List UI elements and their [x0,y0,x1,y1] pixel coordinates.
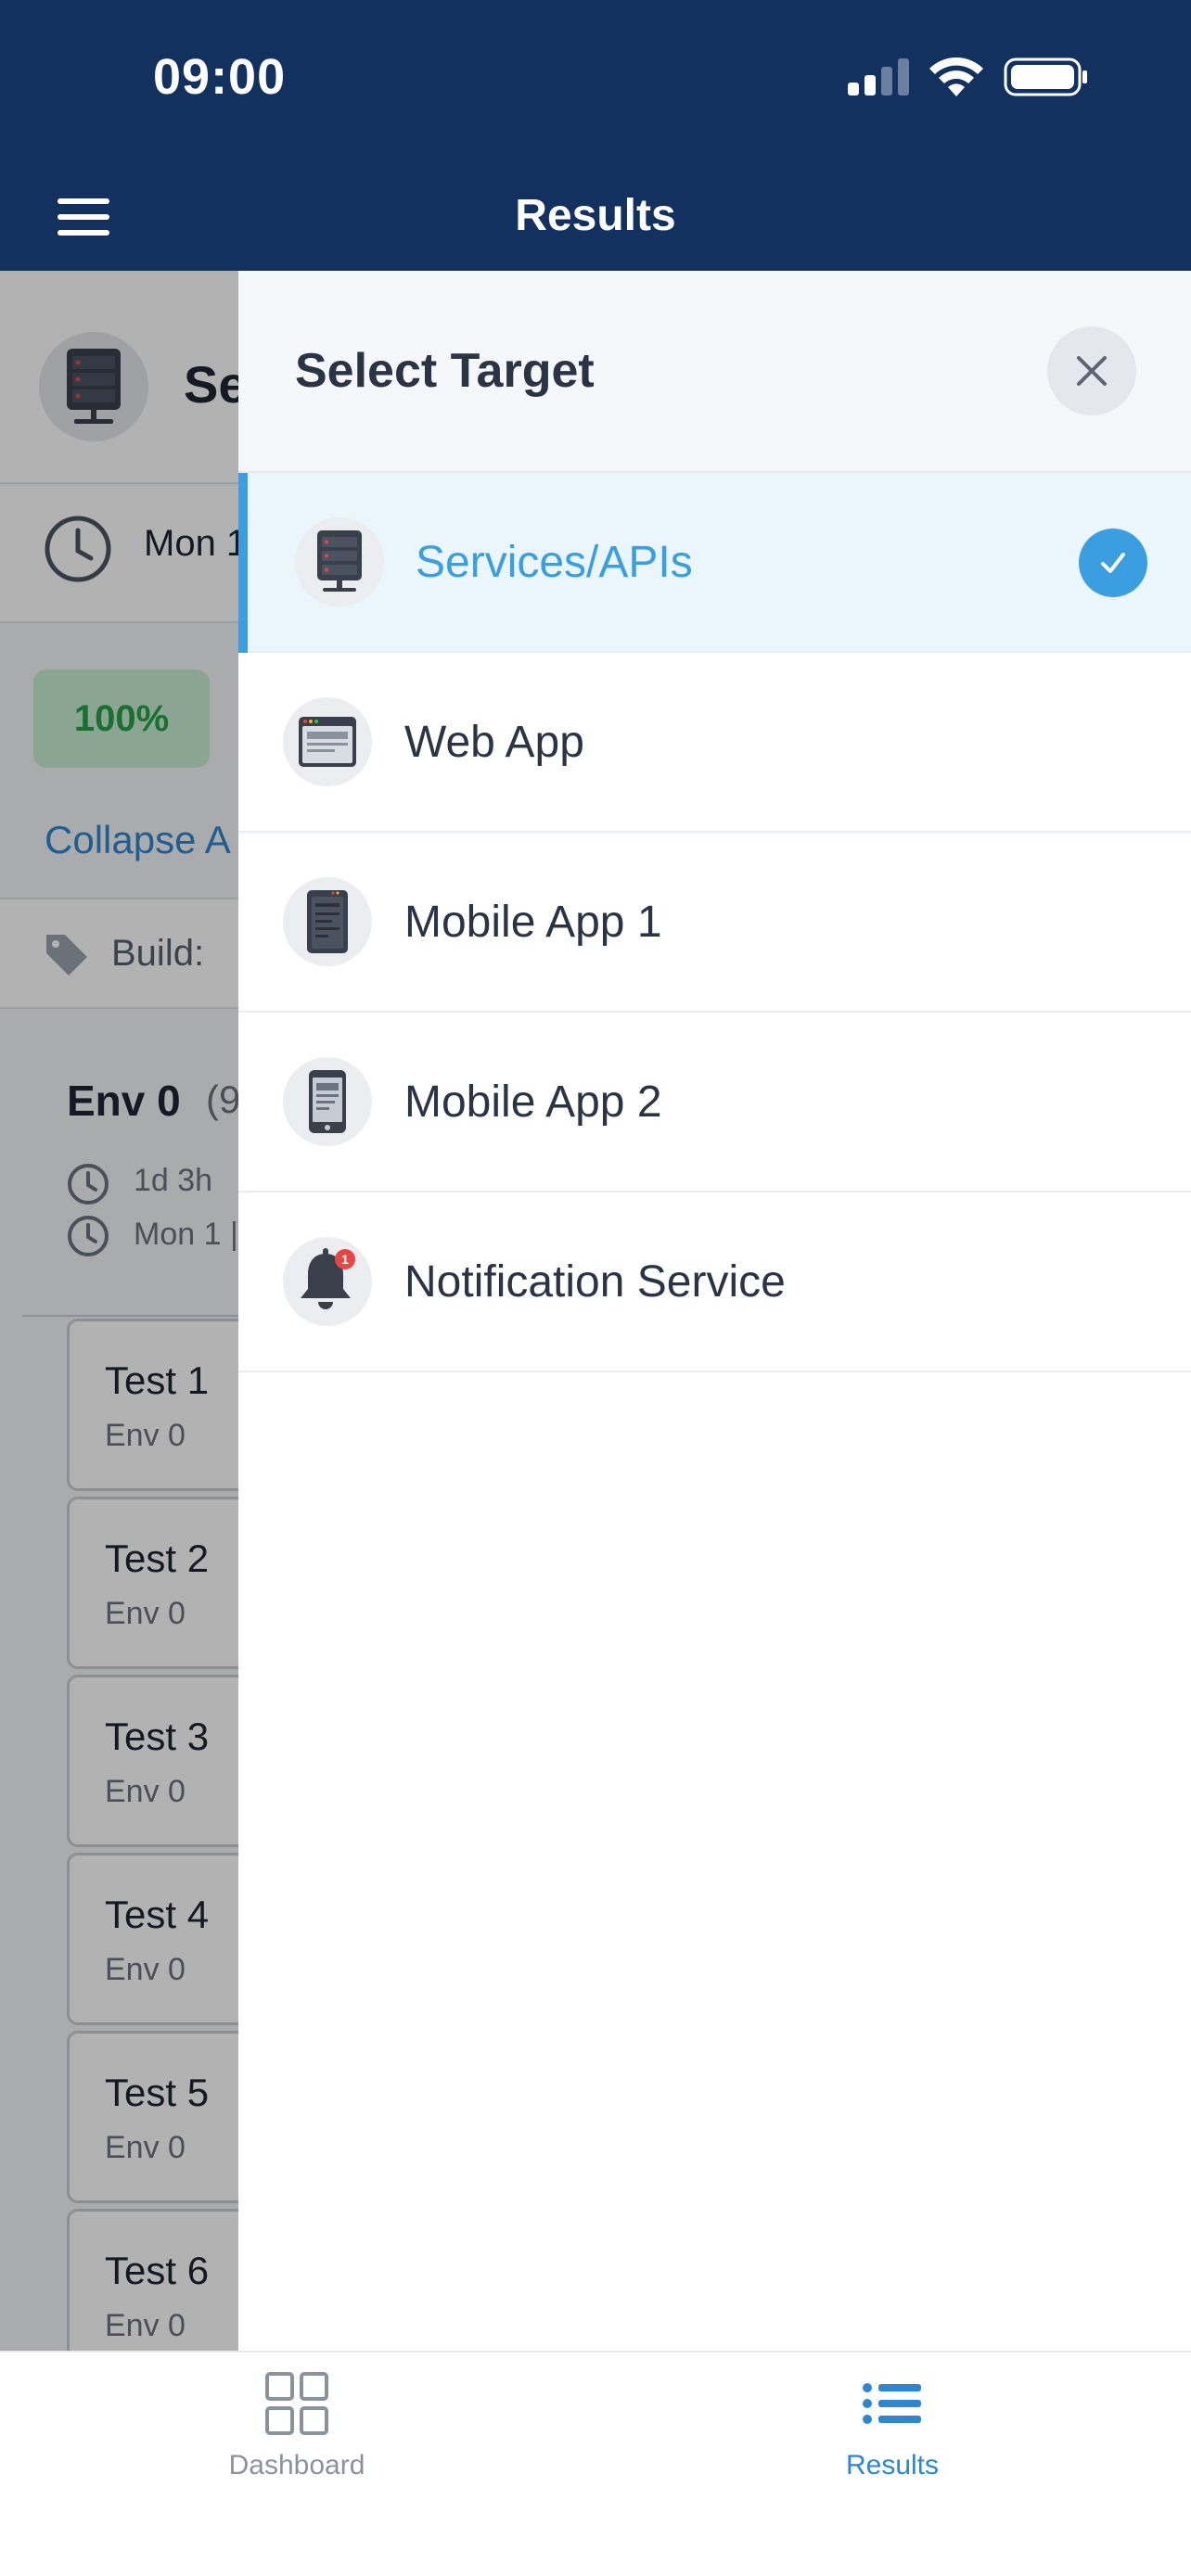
list-icon [863,2383,921,2424]
close-icon [1077,356,1107,386]
phone-icon [283,1057,372,1146]
option-label: Services/APIs [416,538,693,587]
status-time: 09:00 [153,49,287,105]
wifi-icon [929,57,983,96]
checkmark-icon [1079,529,1147,597]
drawer-title: Select Target [295,344,595,398]
page-title: Results [515,191,676,240]
browser-window-icon [283,697,372,786]
server-icon [295,517,384,606]
notification-badge: 1 [341,1252,349,1267]
option-label: Notification Service [404,1257,786,1307]
target-option-mobile-app-1[interactable]: Mobile App 1 [238,833,1191,1013]
dashboard-grid-icon [265,2372,328,2435]
tab-dashboard[interactable]: Dashboard [111,2371,482,2481]
target-option-web-app[interactable]: Web App [238,653,1191,833]
option-label: Mobile App 1 [404,898,662,947]
target-option-services-apis[interactable]: Services/APIs [238,473,1191,653]
app-header: 09:00 Results [0,0,1191,271]
mobile-app-icon [283,877,372,966]
select-target-drawer: Select Target Services/APIs Web App Mobi… [238,271,1191,2351]
target-option-notification-service[interactable]: 1 Notification Service [238,1192,1191,1372]
selected-indicator [238,473,248,653]
cellular-signal-icon [848,58,909,96]
bell-icon: 1 [283,1237,372,1326]
system-status-icons [848,57,1089,96]
bottom-tab-bar: Dashboard Results [0,2351,1191,2576]
option-label: Mobile App 2 [404,1078,662,1127]
tab-results[interactable]: Results [707,2371,1078,2481]
target-option-mobile-app-2[interactable]: Mobile App 2 [238,1013,1191,1192]
close-button[interactable] [1047,326,1136,415]
option-label: Web App [404,718,584,767]
tab-label: Results [845,2450,940,2480]
battery-icon [1004,57,1087,96]
drawer-header: Select Target [238,271,1191,473]
tab-label: Dashboard [228,2450,365,2480]
